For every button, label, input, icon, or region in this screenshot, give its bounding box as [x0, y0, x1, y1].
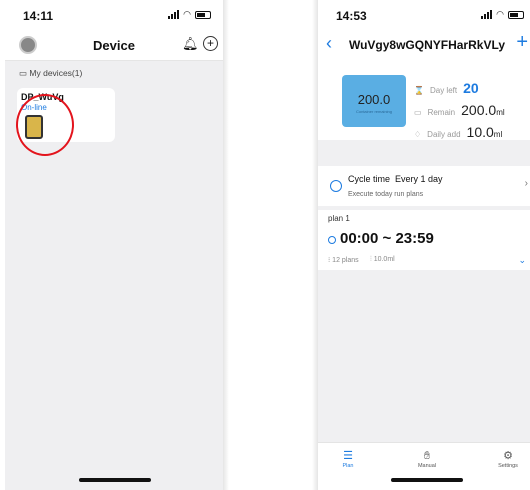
battery-icon [195, 10, 211, 19]
device-list-screen: 14:11 ◠ Device 🔔︎ + ▭ My devices(1) DP_W… [5, 0, 223, 490]
phone-shadow-left [223, 0, 229, 490]
signal-icon [481, 10, 493, 19]
tab-plan-label: Plan [342, 463, 354, 469]
day-left-label: Day left [429, 86, 458, 95]
highlight-circle [16, 94, 74, 156]
status-bar: 14:53 ◠ [318, 0, 530, 30]
day-left-value: 20 [463, 80, 479, 96]
back-chevron-icon[interactable]: ‹ [326, 33, 332, 54]
plan-volume-text: 10.0ml [373, 256, 395, 263]
plan-count: ⁝ 12 plans [328, 257, 359, 264]
status-time: 14:53 [336, 9, 367, 23]
cycle-label: Cycle time [348, 174, 391, 184]
daily-add-stat: ♢ Daily add 10.0ml [414, 124, 502, 140]
section-label: ▭ My devices(1) [19, 68, 83, 78]
device-title: WuVgy8wGQNYFHarRkVLy [348, 38, 506, 52]
wifi-icon: ◠ [183, 9, 191, 19]
status-bar: 14:11 ◠ [5, 0, 223, 30]
container-caption: Container remaining [355, 109, 393, 114]
tab-settings[interactable]: ⚙ Settings [488, 449, 528, 469]
daily-add-value: 10.0 [466, 124, 494, 140]
nav-bar: Device 🔔︎ + [5, 30, 223, 61]
plan-count-text: 12 plans [332, 257, 359, 264]
add-device-button[interactable]: + [203, 36, 218, 51]
container-value: 200.0 [357, 92, 391, 107]
cycle-time-row[interactable]: Cycle time Every 1 day Execute today run… [318, 166, 530, 206]
section-label-text: My devices(1) [29, 68, 83, 78]
status-time: 14:11 [23, 9, 54, 23]
header-panel: 14:53 ◠ ‹ WuVgy8wGQNYFHarRkVLy + 200.0 C… [318, 0, 530, 140]
cycle-value: Every 1 day [395, 174, 443, 184]
clock-icon [328, 236, 336, 244]
day-left-stat: ⌛ Day left 20 [414, 80, 479, 96]
status-icons: ◠ [168, 10, 211, 19]
plan-card[interactable]: plan 1 00:00 ~ 23:59 ⁝ 12 plans ⫶ 10.0ml… [318, 210, 530, 270]
hand-icon: ✋︎ [423, 450, 431, 462]
plan-volume: ⫶ 10.0ml [370, 256, 395, 263]
cycle-subtitle: Execute today run plans [348, 191, 424, 198]
status-icons: ◠ [481, 10, 524, 19]
tab-bar: ☰ Plan ✋︎ Manual ⚙ Settings [318, 442, 530, 490]
remain-stat: ▭ Remain 200.0ml [414, 102, 505, 118]
remain-unit: ml [496, 108, 505, 117]
daily-add-label: Daily add [427, 130, 461, 139]
tab-manual[interactable]: ✋︎ Manual [407, 449, 447, 469]
container-level: 200.0 Container remaining [342, 75, 406, 127]
cycle-icon [330, 180, 342, 192]
bell-icon[interactable]: 🔔︎ [182, 36, 199, 52]
add-plan-button[interactable]: + [516, 31, 528, 54]
remain-value: 200.0 [461, 102, 497, 118]
signal-icon [168, 10, 180, 19]
cycle-text: Cycle time Every 1 day [348, 174, 443, 184]
tab-settings-label: Settings [498, 463, 518, 469]
gear-icon: ⚙ [503, 450, 513, 462]
wifi-icon: ◠ [496, 9, 504, 19]
plan-name: plan 1 [328, 214, 350, 223]
chevron-right-icon: › [524, 178, 528, 189]
nav-bar: ‹ WuVgy8wGQNYFHarRkVLy + [318, 30, 530, 60]
remain-label: Remain [427, 108, 456, 117]
plan-time: 00:00 ~ 23:59 [340, 230, 434, 247]
hourglass-icon: ⌛ [414, 86, 424, 95]
home-indicator [79, 478, 151, 482]
home-indicator [391, 478, 463, 482]
chevron-down-icon[interactable]: ⌄ [518, 255, 526, 266]
daily-add-unit: ml [493, 130, 503, 139]
drop-icon: ♢ [414, 130, 422, 139]
tab-plan[interactable]: ☰ Plan [328, 449, 368, 469]
plan-icon: ☰ [343, 450, 353, 462]
tab-manual-label: Manual [417, 463, 437, 469]
battery-icon [508, 10, 524, 19]
device-detail-screen: 14:53 ◠ ‹ WuVgy8wGQNYFHarRkVLy + 200.0 C… [318, 0, 530, 490]
remain-icon: ▭ [414, 108, 422, 117]
